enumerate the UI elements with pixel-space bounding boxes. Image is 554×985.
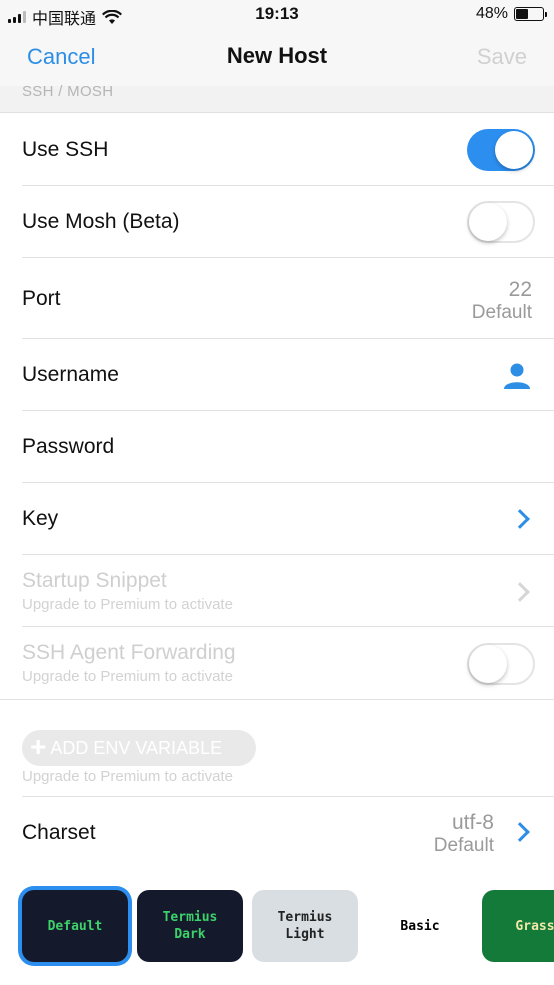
port-value-block[interactable]: 22 Default xyxy=(472,278,532,324)
port-label: Port xyxy=(22,287,61,310)
theme-card-label: Grass xyxy=(515,918,554,934)
section-header-label: SSH / MOSH xyxy=(22,83,114,100)
add-env-variable-label: ADD ENV VARIABLE xyxy=(50,737,223,758)
theme-picker: Default Termius Dark Termius Light Basic Gra… xyxy=(0,868,554,985)
add-env-variable-button[interactable]: + ADD ENV VARIABLE xyxy=(22,730,256,766)
startup-snippet-label: Startup Snippet xyxy=(22,569,167,592)
password-label: Password xyxy=(22,435,115,458)
key-label: Key xyxy=(22,507,59,530)
port-caption: Default xyxy=(471,302,532,323)
key-row[interactable]: Key xyxy=(0,483,554,555)
status-right: 48% xyxy=(475,5,547,23)
save-button[interactable]: Save xyxy=(477,44,527,70)
agent-forwarding-label: SSH Agent Forwarding xyxy=(22,641,236,664)
charset-value-block: utf-8 Default xyxy=(434,811,494,857)
toggle-knob xyxy=(495,131,533,169)
charset-label: Charset xyxy=(22,821,96,844)
chevron-right-icon xyxy=(510,509,530,529)
theme-card-label: Termius Light xyxy=(277,910,333,942)
chevron-right-icon xyxy=(510,822,530,842)
theme-card[interactable]: Default xyxy=(22,890,128,962)
startup-snippet-subtitle: Upgrade to Premium to activate xyxy=(22,596,233,613)
agent-forwarding-subtitle: Upgrade to Premium to activate xyxy=(22,668,233,685)
theme-card-label: Basic xyxy=(400,918,440,934)
theme-card[interactable]: Termius Dark xyxy=(137,890,243,962)
charset-row[interactable]: Charset utf-8 Default xyxy=(0,797,554,869)
use-mosh-toggle[interactable] xyxy=(467,201,535,243)
divider xyxy=(0,699,554,700)
username-row[interactable]: Username xyxy=(0,339,554,411)
status-bar: 中国联通 19:13 48% xyxy=(0,0,554,30)
theme-card-label: Default xyxy=(47,918,103,934)
use-ssh-toggle[interactable] xyxy=(467,129,535,171)
cancel-button[interactable]: Cancel xyxy=(27,44,95,70)
chevron-right-icon xyxy=(510,582,530,602)
status-time: 19:13 xyxy=(255,4,299,23)
toggle-knob xyxy=(469,203,507,241)
port-row[interactable]: Port 22 Default xyxy=(0,258,554,339)
agent-forwarding-toggle[interactable] xyxy=(467,643,535,685)
password-row[interactable]: Password xyxy=(0,411,554,483)
charset-caption: Default xyxy=(433,835,494,856)
theme-card-label: Termius Dark xyxy=(162,910,218,942)
theme-card[interactable]: Termius Light xyxy=(252,890,358,962)
username-label: Username xyxy=(22,363,119,386)
battery-percent: 48% xyxy=(475,5,508,22)
agent-forwarding-row: SSH Agent Forwarding Upgrade to Premium … xyxy=(0,627,554,700)
battery-icon xyxy=(514,7,547,21)
navigation-bar: Cancel New Host Save xyxy=(0,30,554,86)
plus-icon: + xyxy=(30,730,47,762)
port-value: 22 xyxy=(508,278,532,301)
theme-card[interactable]: Basic xyxy=(367,890,473,962)
use-ssh-label: Use SSH xyxy=(22,138,109,161)
section-header-ssh-mosh: SSH / MOSH xyxy=(0,83,554,113)
battery-fill xyxy=(516,9,529,19)
charset-value: utf-8 xyxy=(451,811,494,834)
startup-snippet-row[interactable]: Startup Snippet Upgrade to Premium to ac… xyxy=(0,555,554,627)
use-mosh-label: Use Mosh (Beta) xyxy=(22,210,180,233)
use-mosh-row: Use Mosh (Beta) xyxy=(0,186,554,258)
person-icon[interactable] xyxy=(502,361,532,391)
use-ssh-row: Use SSH xyxy=(0,114,554,186)
theme-card[interactable]: Grass xyxy=(482,890,554,962)
toggle-knob xyxy=(469,645,507,683)
env-variable-subtitle: Upgrade to Premium to activate xyxy=(22,768,233,785)
